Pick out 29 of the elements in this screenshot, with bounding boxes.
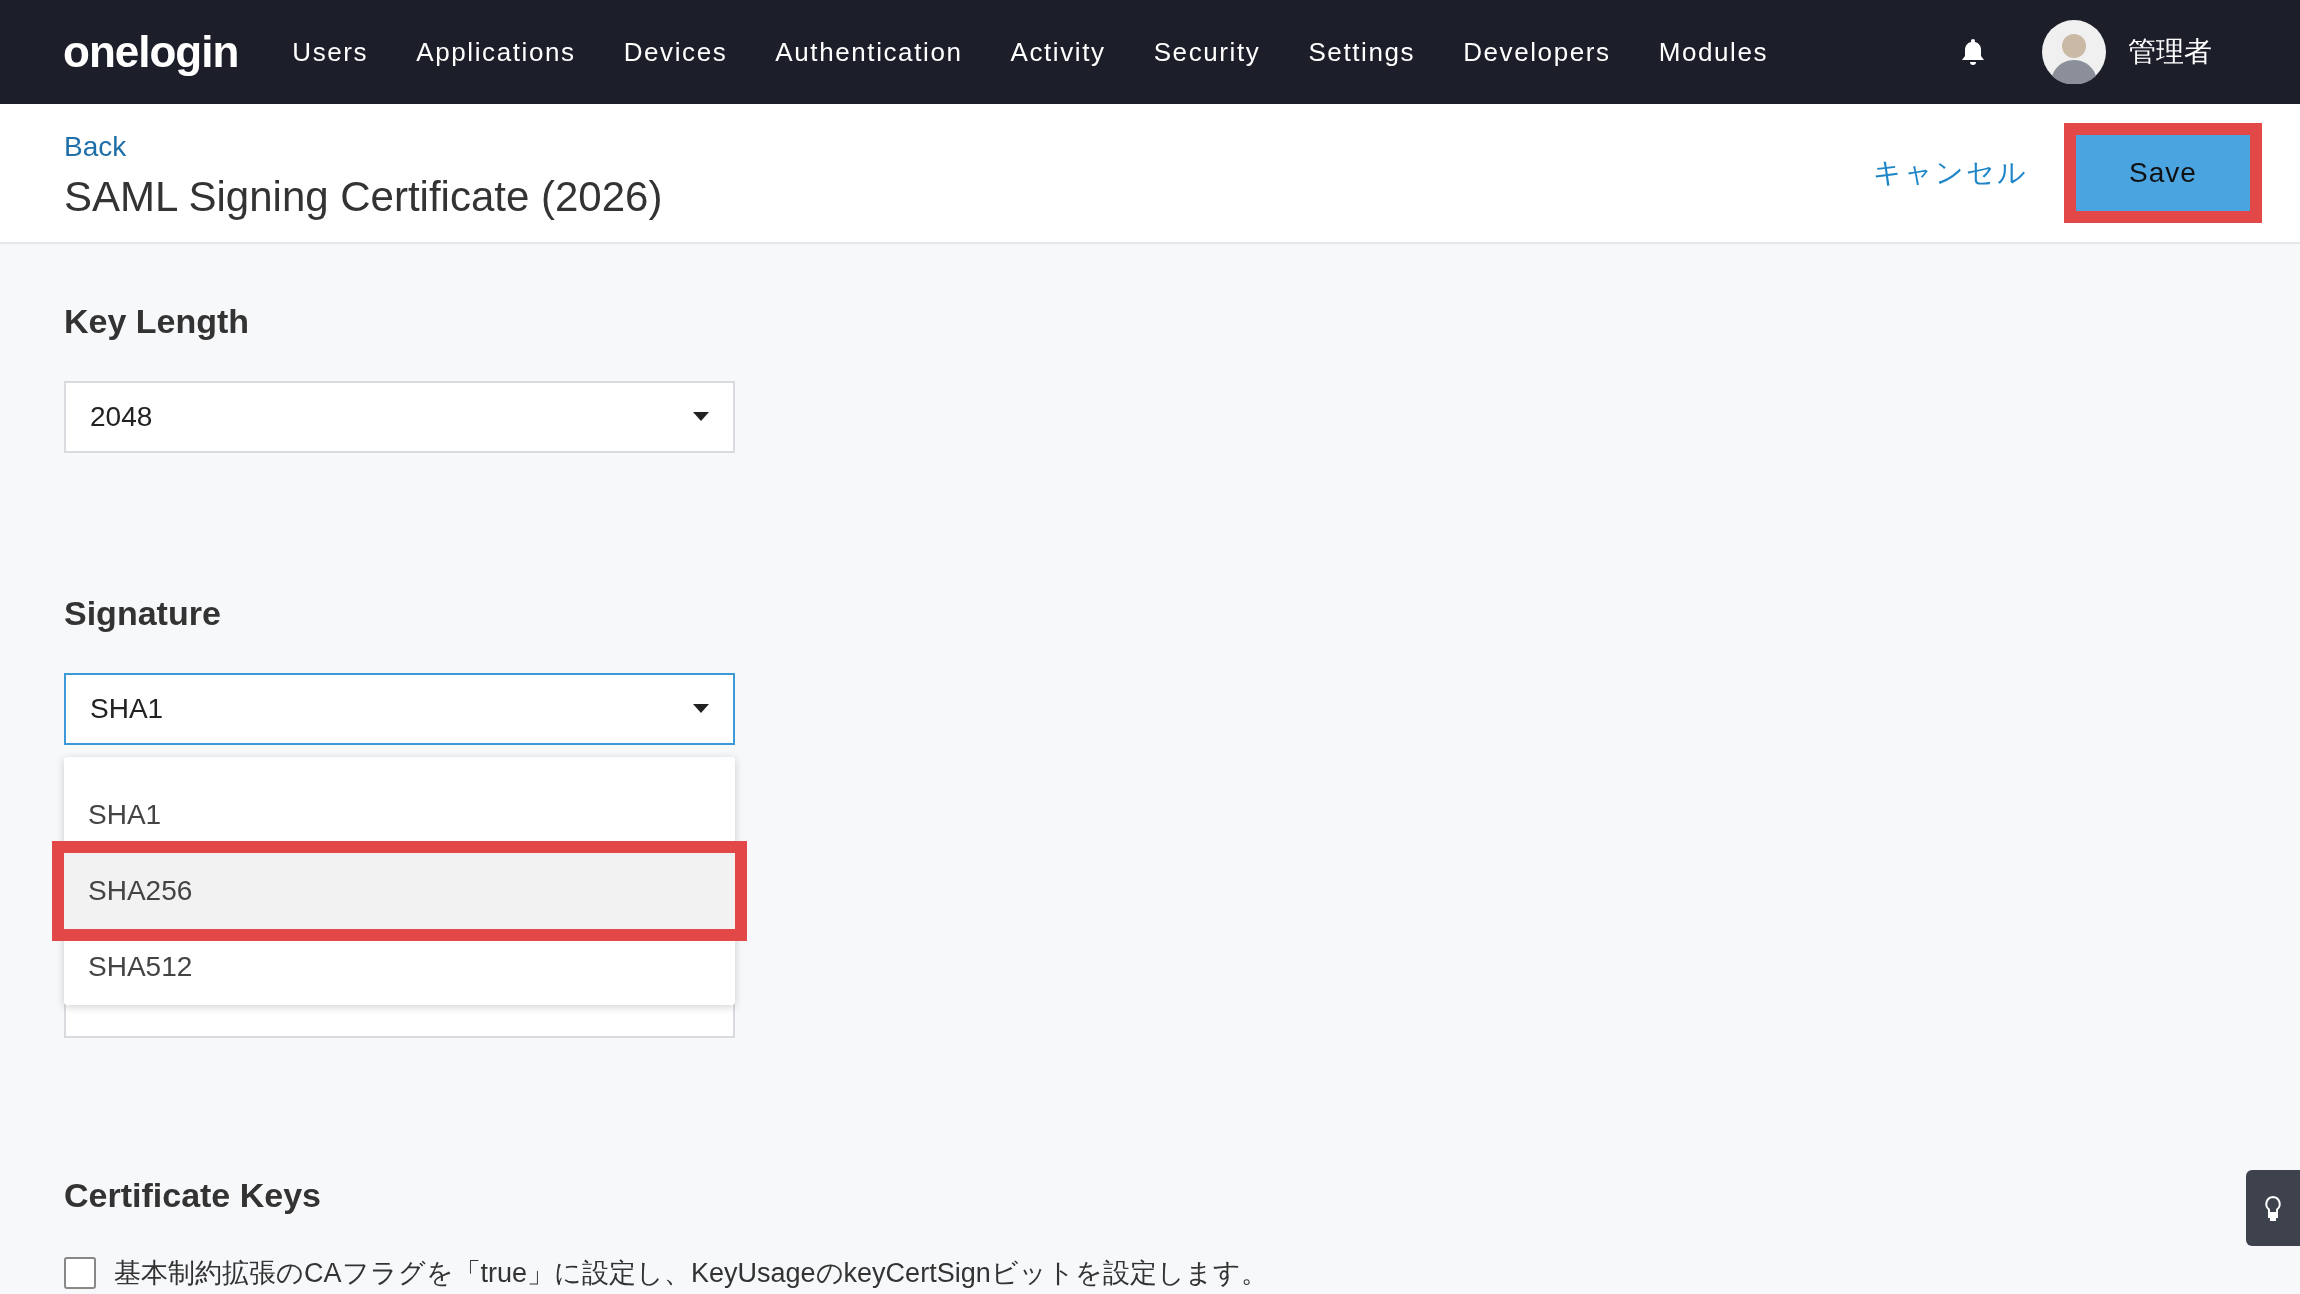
select-field[interactable]: SHA1 <box>64 673 735 745</box>
back-link[interactable]: Back <box>64 131 1873 163</box>
caret-icon <box>693 412 709 422</box>
checkbox-label: 基本制約拡張のCAフラグを「true」に設定し、KeyUsageのkeyCertSignビットを設定します。 <box>114 1257 1268 1290</box>
nav-link[interactable]: Users <box>292 36 369 68</box>
tip-button[interactable] <box>2246 1170 2300 1246</box>
avatar-icon[interactable] <box>2042 20 2106 84</box>
dropdown-option[interactable]: SHA1 <box>64 777 735 853</box>
section-heading: Signature <box>64 594 222 633</box>
user-name[interactable]: 管理者 <box>2128 33 2212 71</box>
cancel-link[interactable]: キャンセル <box>1873 154 2028 192</box>
nav-link[interactable]: Modules <box>1658 36 1769 68</box>
nav-link[interactable]: Activity <box>1010 36 1106 68</box>
caret-icon <box>693 704 709 714</box>
checkbox[interactable] <box>64 1257 96 1289</box>
logo[interactable]: onelogin <box>63 27 239 77</box>
nav-link[interactable]: Security <box>1153 36 1261 68</box>
select-field[interactable]: 2048 <box>64 381 735 453</box>
nav-link[interactable]: Devices <box>623 36 728 68</box>
lightbulb-icon <box>2264 1195 2282 1221</box>
bell-icon[interactable] <box>1960 38 1986 66</box>
section-heading: Certificate Keys <box>64 1176 322 1215</box>
nav-link[interactable]: Settings <box>1308 36 1416 68</box>
nav-link[interactable]: Authentication <box>775 36 963 68</box>
page-title: SAML Signing Certificate (2026) <box>64 173 664 221</box>
dropdown-option[interactable]: SHA512 <box>64 929 735 1005</box>
section-heading: Key Length <box>64 302 251 341</box>
nav-link[interactable]: Developers <box>1463 36 1611 68</box>
nav-link[interactable]: Applications <box>416 36 576 68</box>
